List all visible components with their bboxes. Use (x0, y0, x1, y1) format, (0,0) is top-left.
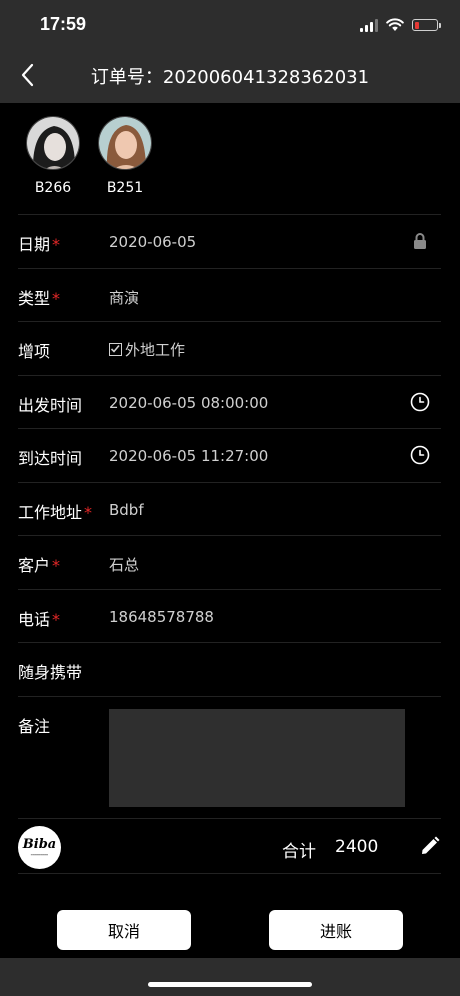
remark-row: 备注 (18, 695, 441, 818)
carry-items-row[interactable]: 随身携带 (18, 642, 441, 696)
remark-label: 备注 (18, 716, 51, 736)
out-of-town-checkbox[interactable]: 外地工作 (109, 339, 185, 360)
date-value: 2020-06-05 (109, 233, 197, 251)
arrival-time-value[interactable]: 2020-06-05 11:27:00 (109, 447, 268, 465)
status-icons (360, 15, 441, 35)
checkbox[interactable] (109, 343, 122, 356)
type-row[interactable]: 类型 * 商演 (18, 267, 441, 322)
extras-label: 增项 (18, 342, 51, 361)
book-entry-button[interactable]: 进账 (269, 910, 403, 950)
required-mark: * (52, 235, 61, 254)
biba-logo: Biba ━━━━━━━━━ (18, 826, 61, 869)
model-item[interactable]: B251 (98, 116, 152, 196)
bottom-bar (0, 958, 460, 996)
client-label: 客户 * (18, 556, 61, 575)
address-row[interactable]: 工作地址 * Bdbf (18, 481, 441, 536)
cancel-button[interactable]: 取消 (57, 910, 191, 950)
required-mark: * (52, 288, 61, 308)
lock-icon (414, 233, 426, 249)
arrival-time-label: 到达时间 (18, 449, 83, 468)
wifi-icon (386, 18, 404, 31)
address-input[interactable]: Bdbf (109, 501, 144, 519)
portrait-photo-icon (27, 117, 79, 169)
type-value[interactable]: 商演 (109, 287, 139, 308)
clock-icon[interactable] (409, 444, 431, 466)
date-row: 日期 * 2020-06-05 (18, 214, 441, 268)
portrait-photo-icon (99, 117, 151, 169)
date-label: 日期 * (18, 235, 61, 254)
departure-time-row[interactable]: 出发时间 2020-06-05 08:00:00 (18, 374, 441, 429)
client-input[interactable]: 石总 (109, 554, 139, 575)
remark-textarea[interactable] (109, 708, 405, 807)
arrival-time-row[interactable]: 到达时间 2020-06-05 11:27:00 (18, 428, 441, 482)
phone-label: 电话 * (18, 609, 61, 629)
model-code: B266 (34, 180, 72, 196)
avatar[interactable] (26, 116, 80, 170)
total-value: 2400 (335, 837, 379, 857)
avatar[interactable] (98, 116, 152, 170)
model-avatars: B266 B251 (26, 116, 152, 196)
home-indicator[interactable] (148, 982, 312, 987)
checkmark-icon (110, 344, 120, 353)
total-row: Biba ━━━━━━━━━ 合计 2400 (18, 818, 441, 874)
required-mark: * (52, 556, 61, 575)
phone-input[interactable]: 18648578788 (109, 608, 214, 626)
nav-bar: 订单号：202006041328362031 (0, 48, 460, 103)
type-label: 类型 * (18, 288, 61, 308)
required-mark: * (52, 609, 61, 629)
extras-row: 增项 外地工作 (18, 321, 441, 375)
clock-icon[interactable] (409, 391, 431, 413)
cellular-signal-icon (360, 18, 378, 32)
model-item[interactable]: B266 (26, 116, 80, 196)
model-code: B251 (106, 180, 144, 196)
order-form: 日期 * 2020-06-05 类型 * 商演 增项 外地工作 出发时间 2020-… (18, 214, 441, 818)
page-title: 订单号：202006041328362031 (90, 67, 370, 88)
departure-time-value[interactable]: 2020-06-05 08:00:00 (109, 394, 268, 412)
departure-time-label: 出发时间 (18, 395, 83, 415)
client-row[interactable]: 客户 * 石总 (18, 535, 441, 589)
required-mark: * (84, 502, 93, 522)
checkbox-label: 外地工作 (125, 341, 186, 359)
pencil-edit-icon[interactable] (419, 835, 441, 857)
address-label: 工作地址 * (18, 502, 93, 522)
status-bar: 17:59 (0, 0, 460, 48)
phone-row[interactable]: 电话 * 18648578788 (18, 588, 441, 643)
total-label: 合计 (282, 842, 316, 862)
battery-icon (412, 19, 441, 31)
status-time: 17:59 (40, 14, 87, 34)
carry-items-label: 随身携带 (18, 663, 83, 682)
